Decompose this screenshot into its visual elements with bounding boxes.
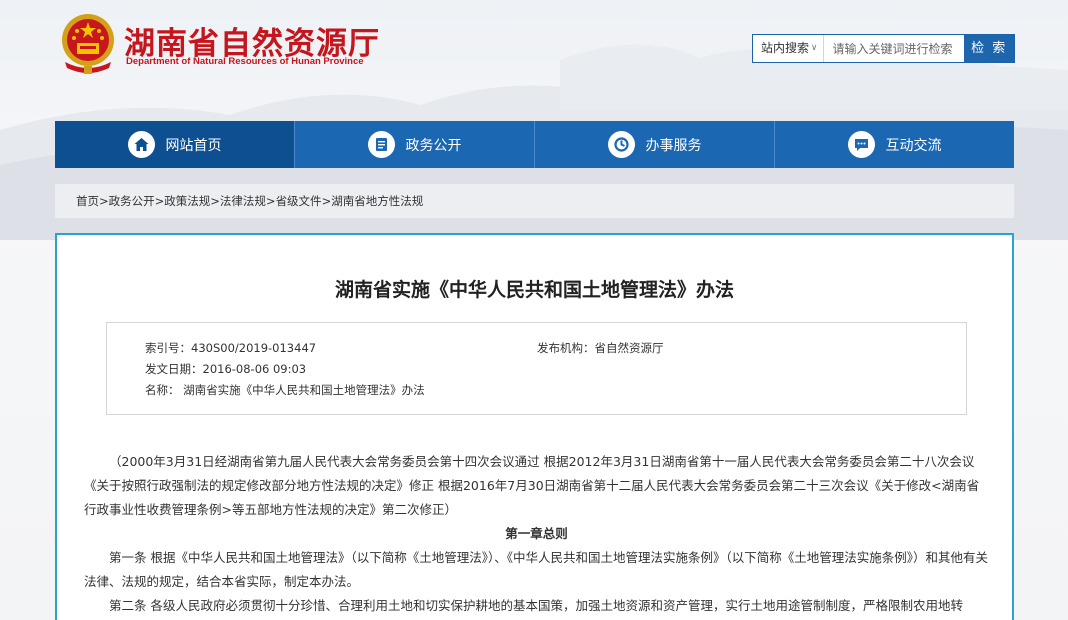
breadcrumb-link[interactable]: 法律法规 [220, 194, 266, 208]
search-input[interactable] [824, 35, 965, 62]
nav-item-label: 互动交流 [885, 137, 942, 154]
service-icon [607, 131, 635, 158]
document-meta: 索引号：430S00/2019-013447 发布机构：省自然资源厅 发文日期：… [106, 322, 967, 415]
nav-item-home[interactable]: 网站首页 [55, 121, 295, 168]
national-emblem-icon[interactable] [57, 10, 119, 76]
breadcrumb-separator: > [321, 194, 332, 208]
breadcrumb-link[interactable]: 首页 [76, 194, 99, 208]
header: 湖南省自然资源厅 Department of Natural Resources… [0, 0, 1068, 118]
meta-index: 索引号：430S00/2019-013447 [145, 341, 317, 355]
breadcrumb: 首页>政务公开>政策法规>法律法规>省级文件>湖南省地方性法规 [55, 184, 1014, 218]
document-icon [367, 131, 395, 158]
article-paragraph: 第二条 各级人民政府必须贯彻十分珍惜、合理利用土地和切实保护耕地的基本国策，加强… [109, 598, 963, 613]
search-box: 站内搜索 ∨ 检 索 [752, 34, 1015, 63]
meta-name: 名称： 湖南省实施《中华人民共和国土地管理法》办法 [145, 383, 425, 397]
site-subtitle: Department of Natural Resources of Hunan… [126, 56, 364, 67]
chapter-heading: 第一章总则 [505, 526, 568, 541]
nav-item-government-affairs[interactable]: 政务公开 [295, 121, 535, 168]
breadcrumb-link[interactable]: 政策法规 [164, 194, 210, 208]
breadcrumb-separator: > [99, 194, 109, 208]
chat-icon [847, 131, 875, 158]
document-panel: 湖南省实施《中华人民共和国土地管理法》办法 索引号：430S00/2019-01… [55, 233, 1014, 620]
breadcrumb-separator: > [154, 194, 165, 208]
chevron-down-icon: ∨ [810, 43, 818, 53]
search-scope-select[interactable]: 站内搜索 ∨ [753, 35, 825, 62]
preamble-paragraph: （2000年3月31日经湖南省第九届人民代表大会常务委员会第十四次会议通过 根据… [84, 454, 980, 517]
nav-item-services[interactable]: 办事服务 [535, 121, 775, 168]
document-title: 湖南省实施《中华人民共和国土地管理法》办法 [334, 279, 734, 301]
meta-date: 发文日期：2016-08-06 09:03 [145, 362, 307, 376]
nav-item-label: 办事服务 [645, 137, 702, 154]
search-button[interactable]: 检 索 [964, 35, 1014, 62]
breadcrumb-separator: > [265, 194, 276, 208]
main-nav: 网站首页 政务公开 办事服务 互动交流 [55, 121, 1014, 168]
breadcrumb-link[interactable]: 政务公开 [109, 194, 155, 208]
breadcrumb-link[interactable]: 湖南省地方性法规 [331, 194, 423, 208]
nav-item-label: 政务公开 [405, 137, 462, 154]
nav-item-interaction[interactable]: 互动交流 [775, 121, 1014, 168]
breadcrumb-link[interactable]: 省级文件 [276, 194, 322, 208]
article-paragraph: 第一条 根据《中华人民共和国土地管理法》（以下简称《土地管理法》）、《中华人民共… [84, 550, 988, 589]
document-body: （2000年3月31日经湖南省第九届人民代表大会常务委员会第十四次会议通过 根据… [84, 450, 989, 618]
meta-publisher: 发布机构：省自然资源厅 [537, 341, 664, 355]
nav-item-label: 网站首页 [165, 137, 222, 154]
search-scope-label: 站内搜索 [761, 41, 810, 55]
breadcrumb-separator: > [210, 194, 220, 208]
home-icon [127, 131, 155, 158]
